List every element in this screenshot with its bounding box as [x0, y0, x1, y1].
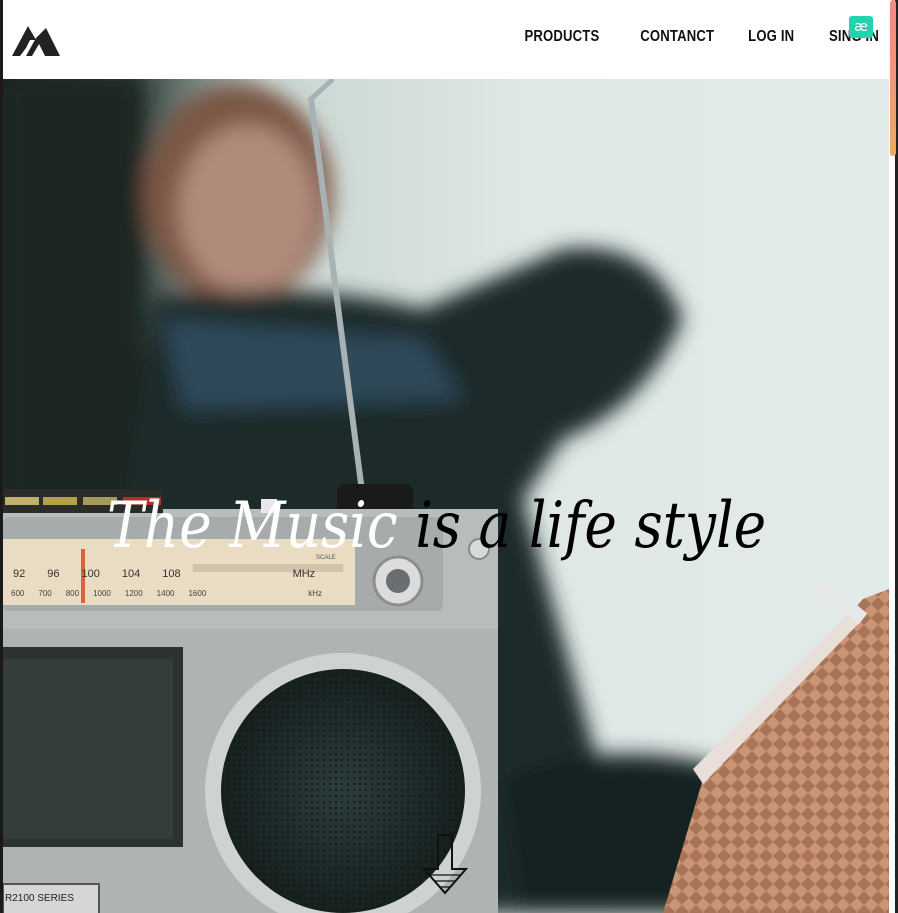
radio-am-scale: 600 700 800 1000 1200 1400 1600 kHz — [11, 589, 322, 598]
am-tick: 1200 — [124, 589, 143, 598]
am-tick: 700 — [38, 589, 52, 598]
nav-contact[interactable]: CONTANCT — [640, 28, 714, 46]
arrow-down-icon[interactable] — [420, 833, 470, 897]
hero-section: 92 96 100 104 108 MHz 600 700 800 1000 1… — [3, 79, 889, 913]
fm-tick: 108 — [162, 568, 181, 580]
hero-headline-rest: is a life style — [397, 489, 767, 563]
radio-fm-scale: 92 96 100 104 108 MHz — [13, 568, 315, 580]
fm-tick: 96 — [47, 568, 60, 580]
hero-headline-highlight: The Music — [107, 489, 398, 563]
am-tick: 800 — [65, 589, 80, 598]
am-tick: 1600 — [188, 589, 207, 598]
extension-badge-icon[interactable]: æ — [849, 16, 873, 38]
fm-tick: 104 — [121, 568, 141, 580]
nav-products[interactable]: PRODUCTS — [525, 28, 600, 46]
am-tick: 1000 — [93, 589, 111, 598]
site-header: PRODUCTS CONTANCT LOG IN SING IN — [3, 0, 889, 79]
fm-tick: 100 — [81, 568, 100, 580]
fm-unit: MHz — [292, 568, 316, 580]
nav-log-in[interactable]: LOG IN — [748, 28, 794, 46]
am-tick: 1400 — [156, 589, 175, 598]
fm-tick: 92 — [13, 568, 26, 580]
mountain-logo-icon[interactable] — [12, 22, 60, 58]
scrollbar-thumb[interactable] — [890, 0, 896, 156]
radio-model-label: R2100 SERIES — [5, 893, 74, 904]
am-tick: 600 — [11, 589, 25, 598]
hero-headline: The Music is a life style — [107, 489, 766, 563]
main-nav: PRODUCTS CONTANCT LOG IN SING IN — [508, 28, 879, 46]
am-unit: kHz — [308, 589, 323, 598]
